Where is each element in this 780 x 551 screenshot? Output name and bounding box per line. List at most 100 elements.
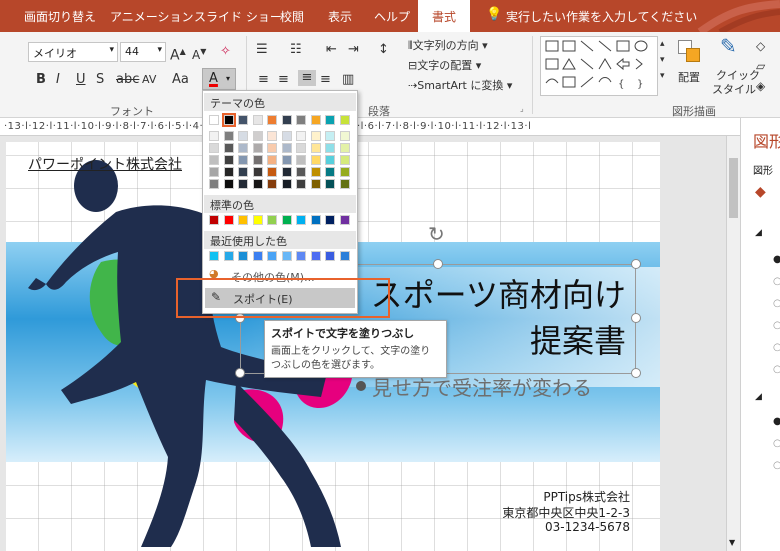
color-swatch[interactable] [339, 131, 350, 141]
color-swatch[interactable] [252, 131, 263, 141]
color-swatch[interactable] [325, 215, 335, 225]
color-swatch[interactable] [267, 143, 277, 153]
color-swatch[interactable] [223, 179, 234, 189]
shapes-gallery[interactable]: {} [540, 36, 658, 96]
resize-handle[interactable] [433, 259, 443, 269]
radio-option[interactable]: ○ [773, 320, 780, 331]
quick-styles-label-2[interactable]: スタイル [712, 82, 756, 98]
color-swatch[interactable] [281, 167, 292, 177]
color-swatch[interactable] [310, 167, 321, 177]
color-swatch[interactable] [223, 155, 234, 165]
shape-effects-icon[interactable]: ◈ [756, 78, 765, 94]
arrange-icon[interactable] [676, 38, 706, 66]
color-swatch[interactable] [238, 167, 248, 177]
color-swatch[interactable] [339, 251, 350, 261]
color-swatch[interactable] [238, 143, 248, 153]
color-swatch[interactable] [310, 215, 321, 225]
fill-bucket-icon[interactable]: ◆ [755, 184, 766, 200]
color-swatch[interactable] [310, 115, 321, 125]
shape-fill-icon[interactable]: ◇ [756, 38, 765, 54]
color-swatch[interactable] [252, 251, 263, 261]
color-swatch[interactable] [281, 251, 292, 261]
radio-option[interactable]: ○ [773, 438, 780, 449]
justify-icon[interactable]: ≡ [320, 72, 331, 88]
color-swatch[interactable] [310, 179, 321, 189]
columns-icon[interactable]: ▥ [342, 72, 354, 88]
color-swatch[interactable] [325, 115, 335, 125]
color-swatch[interactable] [238, 155, 248, 165]
color-swatch[interactable] [267, 251, 277, 261]
color-swatch[interactable] [223, 167, 234, 177]
dialog-launcher-icon[interactable]: ⌟ [520, 104, 524, 113]
color-swatch[interactable] [325, 143, 335, 153]
color-swatch[interactable] [325, 167, 335, 177]
color-swatch[interactable] [325, 155, 335, 165]
italic-button[interactable]: I [56, 72, 60, 88]
increase-indent-icon[interactable]: ⇥ [348, 42, 359, 58]
color-swatch[interactable] [281, 131, 292, 141]
color-swatch[interactable] [310, 251, 321, 261]
color-swatch[interactable] [209, 143, 219, 153]
grow-font-icon[interactable]: A▲ [170, 44, 186, 64]
quick-styles-icon[interactable]: ✎ [720, 36, 737, 56]
tab-review[interactable]: 校閲 [280, 8, 304, 25]
gallery-scroll-icon[interactable]: ▴ ▾ ▾ [660, 36, 665, 84]
color-swatch[interactable] [296, 215, 306, 225]
color-swatch[interactable] [339, 215, 350, 225]
color-swatch[interactable] [296, 251, 306, 261]
color-swatch[interactable] [252, 143, 263, 153]
color-swatch[interactable] [281, 179, 292, 189]
color-swatch[interactable] [209, 155, 219, 165]
radio-option[interactable]: ● [773, 416, 780, 427]
shrink-font-icon[interactable]: A▼ [192, 44, 206, 63]
color-swatch[interactable] [339, 179, 350, 189]
color-swatch[interactable] [310, 131, 321, 141]
chevron-down-icon[interactable]: ▾ [157, 45, 162, 55]
line-spacing-icon[interactable]: ↕ [378, 42, 389, 58]
color-swatch[interactable] [296, 179, 306, 189]
resize-handle[interactable] [235, 368, 245, 378]
bullets-icon[interactable]: ☰ [256, 42, 268, 58]
numbering-icon[interactable]: ☷ [290, 42, 302, 58]
color-swatch[interactable] [252, 215, 263, 225]
shadow-button[interactable]: S [96, 72, 104, 88]
radio-option[interactable]: ○ [773, 276, 780, 287]
change-case-button[interactable]: Aa [172, 72, 189, 88]
color-swatch[interactable] [209, 215, 219, 225]
color-swatch[interactable] [339, 167, 350, 177]
shape-outline-icon[interactable]: ▱ [756, 58, 765, 74]
color-swatch[interactable] [267, 167, 277, 177]
tab-format[interactable]: 書式 [418, 0, 471, 32]
color-swatch[interactable] [325, 131, 335, 141]
color-swatch[interactable] [281, 143, 292, 153]
align-right-icon[interactable]: ≡ [298, 70, 316, 86]
color-swatch[interactable] [223, 215, 234, 225]
expand-line-icon[interactable]: ◢ [755, 392, 762, 402]
color-swatch[interactable] [310, 155, 321, 165]
scrollbar-thumb[interactable] [729, 158, 738, 218]
align-text-button[interactable]: ⊟文字の配置 ▾ [408, 58, 481, 74]
expand-fill-icon[interactable]: ◢ [755, 228, 762, 238]
clear-format-icon[interactable]: ✧ [220, 44, 231, 60]
radio-option[interactable]: ○ [773, 460, 780, 471]
radio-option[interactable]: ○ [773, 342, 780, 353]
color-swatch[interactable] [267, 215, 277, 225]
color-swatch[interactable] [339, 155, 350, 165]
radio-option[interactable]: ● [773, 254, 780, 265]
arrange-button[interactable]: 配置 [678, 70, 700, 86]
vertical-scrollbar[interactable]: ▼ [726, 136, 740, 551]
color-swatch[interactable] [223, 143, 234, 153]
color-swatch[interactable] [252, 115, 263, 125]
color-swatch[interactable] [209, 115, 219, 125]
color-swatch[interactable] [252, 155, 263, 165]
radio-option[interactable]: ○ [773, 298, 780, 309]
color-swatch[interactable] [252, 179, 263, 189]
resize-handle[interactable] [631, 313, 641, 323]
color-swatch[interactable] [267, 115, 277, 125]
color-swatch[interactable] [339, 143, 350, 153]
radio-option[interactable]: ○ [773, 364, 780, 375]
color-swatch[interactable] [238, 115, 248, 125]
underline-button[interactable]: U [76, 72, 86, 88]
color-swatch[interactable] [296, 131, 306, 141]
chevron-down-icon[interactable]: ▾ [109, 45, 114, 55]
